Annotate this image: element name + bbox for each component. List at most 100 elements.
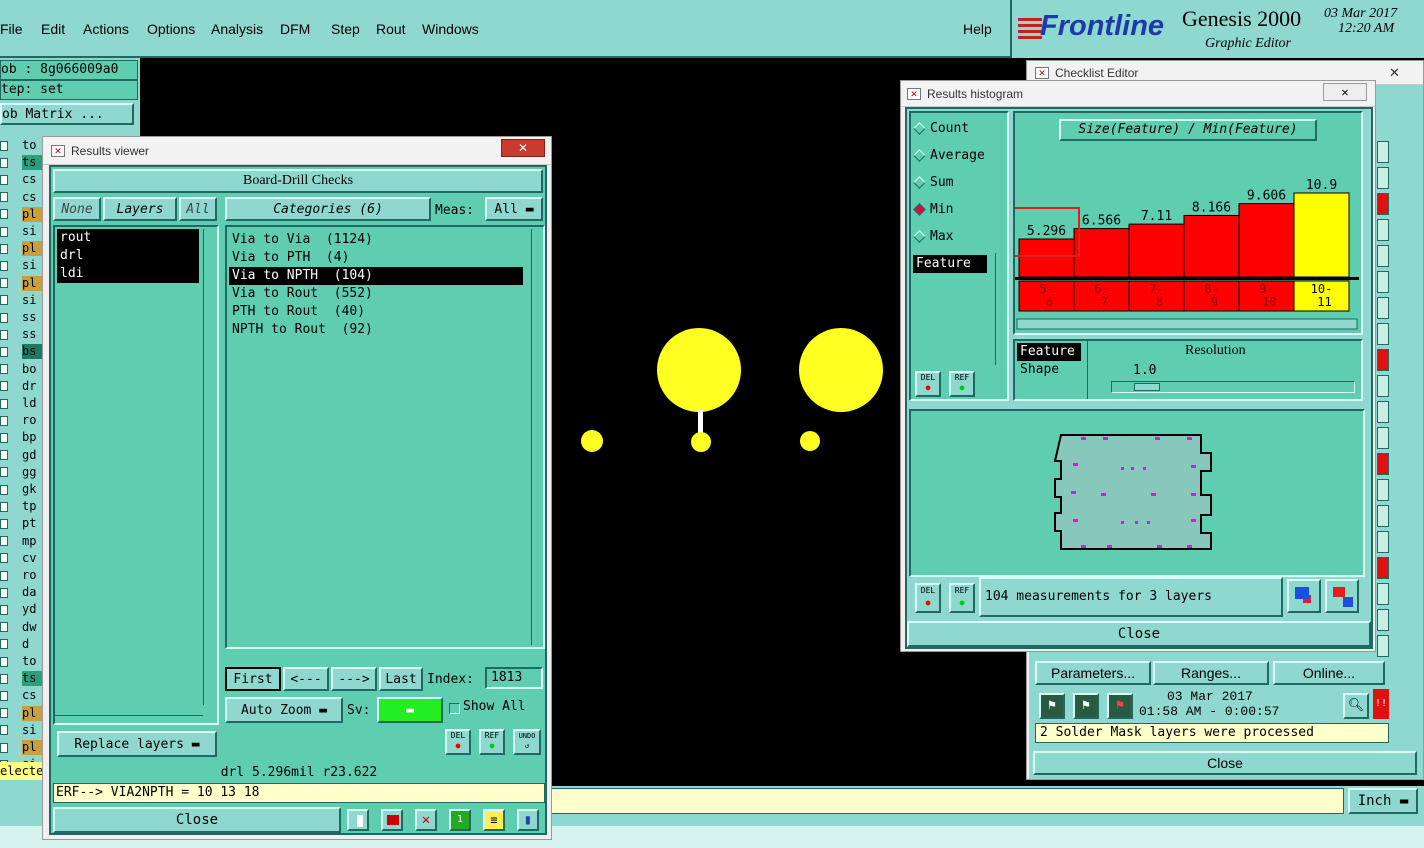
option-count[interactable]: Count — [913, 121, 969, 136]
layer-row[interactable]: pl — [0, 740, 44, 755]
layer-row[interactable]: d — [0, 636, 44, 652]
group-item-feature[interactable]: Feature — [1017, 343, 1081, 361]
layer-row[interactable]: gk — [0, 482, 44, 497]
layer-checkbox[interactable] — [0, 484, 8, 495]
auto-zoom-select[interactable]: Auto Zoom ▬ — [225, 697, 343, 723]
menu-actions[interactable]: Actions — [83, 21, 147, 37]
layer-row[interactable]: pl — [0, 206, 44, 222]
preview-ref-icon[interactable]: REF ● — [949, 583, 975, 613]
zoom-area-icon[interactable] — [1325, 579, 1359, 613]
run-icon-2[interactable]: ⚑ — [1073, 693, 1099, 719]
category-item[interactable]: PTH to Rout (40) — [229, 303, 541, 321]
category-item[interactable]: Via to Via (1124) — [229, 231, 541, 249]
zoom-select-icon[interactable] — [1287, 579, 1321, 613]
tool-icon-1[interactable] — [347, 809, 369, 831]
menu-analysis[interactable]: Analysis — [211, 21, 280, 37]
layer-checkbox[interactable] — [0, 346, 8, 357]
layer-checkbox[interactable] — [0, 415, 8, 426]
layers-button[interactable]: Layers — [103, 197, 177, 221]
first-button[interactable]: First — [225, 667, 281, 691]
category-item[interactable]: Via to Rout (552) — [229, 285, 541, 303]
layer-row[interactable]: to — [0, 654, 44, 669]
resolution-slider[interactable] — [1111, 381, 1355, 393]
menu-help[interactable]: Help — [963, 21, 992, 37]
layer-row[interactable]: bs — [0, 344, 44, 360]
hist-ref-icon[interactable]: REF ● — [949, 371, 975, 397]
menu-dfm[interactable]: DFM — [280, 21, 331, 37]
layer-checkbox[interactable] — [0, 742, 8, 753]
sv-color-select[interactable]: ▬ — [377, 697, 443, 723]
layer-row[interactable]: gg — [0, 464, 44, 480]
feature-list-scrollbar[interactable] — [995, 253, 1007, 365]
layer-row[interactable]: si — [0, 258, 44, 274]
layer-checkbox[interactable] — [0, 622, 8, 633]
replace-layers-select[interactable]: Replace layers ▬ — [57, 731, 217, 757]
feature-list[interactable]: Feature — [913, 255, 993, 355]
layer-row[interactable]: tp — [0, 499, 44, 515]
layer-row[interactable]: gd — [0, 447, 44, 463]
menu-edit[interactable]: Edit — [41, 21, 83, 37]
tool-icon-5[interactable]: ≡ — [483, 809, 505, 831]
checklist-close-x[interactable]: ✕ — [1389, 65, 1400, 81]
layer-item[interactable]: rout — [57, 229, 199, 247]
histogram-bar[interactable] — [1293, 192, 1350, 278]
prev-button[interactable]: <--- — [283, 667, 329, 691]
layer-row[interactable]: ld — [0, 396, 44, 411]
layer-checkbox[interactable] — [0, 587, 8, 598]
layer-checkbox[interactable] — [0, 312, 8, 323]
layer-row[interactable]: ro — [0, 413, 44, 429]
layer-checkbox[interactable] — [0, 604, 8, 615]
layer-row[interactable]: ss — [0, 310, 44, 325]
menu-file[interactable]: File — [0, 21, 41, 37]
layer-checkbox[interactable] — [0, 690, 8, 701]
layer-checkbox[interactable] — [0, 260, 8, 271]
histogram-bar[interactable] — [1128, 223, 1185, 278]
layer-row[interactable]: si — [0, 224, 44, 239]
zoom-icon[interactable]: 🔍︎ — [1343, 693, 1369, 719]
layer-row[interactable]: bo — [0, 361, 44, 377]
online-button[interactable]: Online... — [1273, 661, 1385, 685]
layer-row[interactable]: cv — [0, 550, 44, 566]
histogram-bar[interactable] — [1073, 228, 1130, 278]
layer-row[interactable]: pl — [0, 275, 44, 291]
layer-checkbox[interactable] — [0, 140, 8, 151]
layer-row[interactable]: si — [0, 292, 44, 308]
ref-icon[interactable]: REF ● — [479, 729, 505, 755]
layer-checkbox[interactable] — [0, 673, 8, 684]
layer-item[interactable]: ldi — [57, 265, 199, 283]
job-matrix-button[interactable]: ob Matrix ... — [0, 103, 134, 125]
index-input[interactable]: 1813 — [485, 667, 543, 689]
layer-row[interactable]: ss — [0, 327, 44, 343]
hist-del-icon[interactable]: DEL ● — [915, 371, 941, 397]
layer-row[interactable]: dw — [0, 619, 44, 635]
layer-checkbox[interactable] — [0, 553, 8, 564]
option-max[interactable]: Max — [913, 229, 953, 244]
option-average[interactable]: Average — [913, 148, 985, 163]
layer-list-scrollbar[interactable] — [203, 229, 215, 705]
menu-windows[interactable]: Windows — [422, 21, 482, 37]
tool-icon-4[interactable]: 1 — [449, 809, 471, 831]
layer-checkbox[interactable] — [0, 450, 8, 461]
layer-checkbox[interactable] — [0, 725, 8, 736]
layer-row[interactable]: pl — [0, 241, 44, 257]
run-icon-1[interactable]: ⚑ — [1039, 693, 1065, 719]
tool-icon-6[interactable]: ▮ — [517, 809, 539, 831]
undo-icon[interactable]: UNDO ↺ — [513, 729, 541, 755]
tool-icon-2[interactable] — [381, 809, 403, 831]
slider-thumb[interactable] — [1134, 383, 1160, 391]
option-sum[interactable]: Sum — [913, 175, 953, 190]
category-item-selected[interactable]: Via to NPTH (104) — [229, 267, 523, 285]
unit-select[interactable]: Inch ▬ — [1348, 788, 1418, 814]
layer-checkbox[interactable] — [0, 329, 8, 340]
del-icon[interactable]: DEL ● — [445, 729, 471, 755]
layer-checkbox[interactable] — [0, 432, 8, 443]
layer-checkbox[interactable] — [0, 364, 8, 375]
layer-checkbox[interactable] — [0, 536, 8, 547]
feature-list-item[interactable]: Feature — [913, 255, 987, 273]
layer-checkbox[interactable] — [0, 381, 8, 392]
layer-checkbox[interactable] — [0, 243, 8, 254]
parameters-button[interactable]: Parameters... — [1035, 661, 1151, 685]
menu-step[interactable]: Step — [331, 21, 376, 37]
layer-row[interactable]: ro — [0, 568, 44, 583]
layer-checkbox[interactable] — [0, 639, 8, 650]
